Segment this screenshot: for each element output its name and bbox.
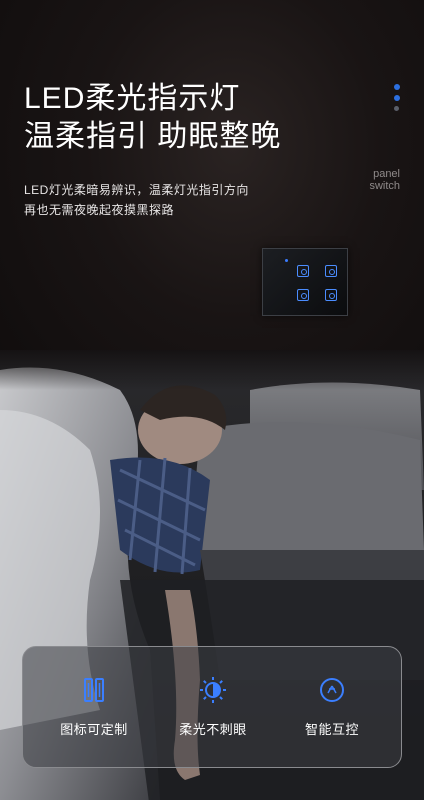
indicator-led (285, 259, 288, 262)
switch-panel-image (262, 248, 348, 316)
feature-label: 图标可定制 (60, 722, 128, 737)
feature-soft-light: 柔光不刺眼 (158, 675, 268, 738)
page-indicator (394, 84, 402, 116)
headline-line-1: LED柔光指示灯 (24, 82, 241, 115)
description-line-2: 再也无需夜晚起夜摸黑探路 (24, 203, 175, 217)
switch-key-icon (297, 289, 309, 301)
feature-label: 柔光不刺眼 (179, 722, 247, 737)
switch-key-icon (325, 289, 337, 301)
page-dot (394, 95, 400, 101)
description-line-1: LED灯光柔暗易辨识，温柔灯光指引方向 (24, 183, 249, 197)
customize-icon (84, 678, 104, 702)
headline-line-2: 温柔指引 助眠整晚 (24, 120, 282, 153)
feature-box: 图标可定制 柔光不刺眼 智能互控 (22, 646, 402, 768)
switch-key-icon (325, 265, 337, 277)
switch-key-icon (297, 265, 309, 277)
hero-scene: LED柔光指示灯 温柔指引 助眠整晚 panel switch LED灯光柔暗易… (0, 0, 424, 800)
panel-switch-label: panel switch (369, 168, 400, 192)
smart-control-icon (320, 678, 344, 702)
description: LED灯光柔暗易辨识，温柔灯光指引方向 再也无需夜晚起夜摸黑探路 (24, 180, 249, 220)
page-dot (394, 84, 400, 90)
soft-light-icon (200, 677, 226, 703)
page-dot (394, 106, 399, 111)
feature-label: 智能互控 (304, 722, 359, 737)
panel-label-line-2: switch (369, 180, 400, 192)
feature-customize: 图标可定制 (39, 675, 149, 738)
panel-label-line-1: panel (373, 168, 400, 180)
feature-smart-control: 智能互控 (277, 675, 387, 738)
headline: LED柔光指示灯 温柔指引 助眠整晚 (24, 80, 281, 156)
